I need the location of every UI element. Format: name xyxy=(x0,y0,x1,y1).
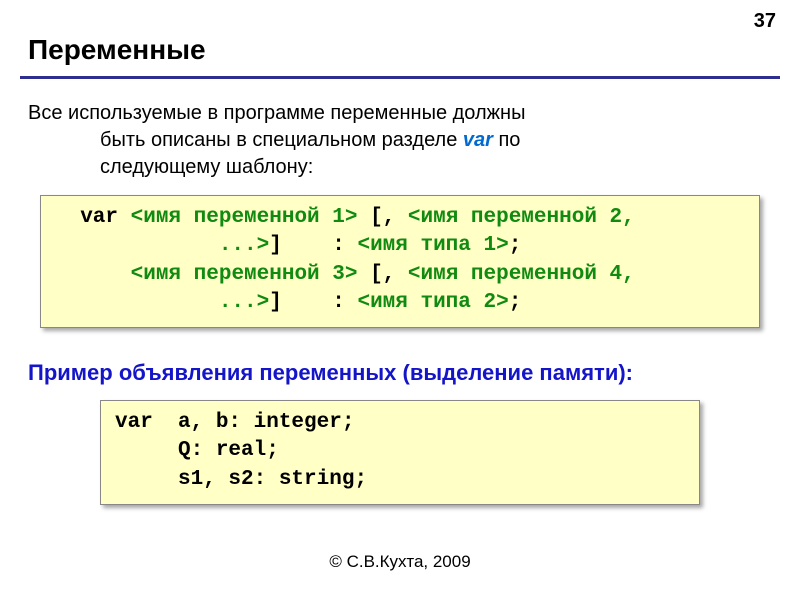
tpl-l1-a: var xyxy=(55,206,131,229)
intro-line2a: быть описаны в специальном разделе xyxy=(100,129,463,151)
example-section-label: Пример объявления переменных (выделение … xyxy=(28,360,772,386)
tpl-l2-b: ] : xyxy=(269,234,357,257)
tpl-l3-a xyxy=(55,263,131,286)
intro-text: Все используемые в программе переменные … xyxy=(28,100,772,181)
intro-line1: Все используемые в программе переменные … xyxy=(28,102,525,124)
intro-line3: следующему шаблону: xyxy=(100,154,772,181)
example-code-box: var a, b: integer; Q: real; s1, s2: stri… xyxy=(100,400,700,505)
tpl-l4-c: <имя типа 2> xyxy=(357,291,508,314)
tpl-l1-b: <имя переменной 1> xyxy=(131,206,358,229)
tpl-l1-d: <имя переменной 2, xyxy=(408,206,635,229)
tpl-l2-a: ...> xyxy=(55,234,269,257)
tpl-l4-b: ] : xyxy=(269,291,357,314)
tpl-l2-d: ; xyxy=(509,234,522,257)
tpl-l3-c: [, xyxy=(357,263,407,286)
ex-l2: Q: real; xyxy=(115,439,279,462)
tpl-l1-c: [, xyxy=(357,206,407,229)
tpl-l3-b: <имя переменной 3> xyxy=(131,263,358,286)
ex-l3: s1, s2: string; xyxy=(115,468,367,491)
template-code-box: var <имя переменной 1> [, <имя переменно… xyxy=(40,195,760,328)
ex-l1: var a, b: integer; xyxy=(115,411,354,434)
tpl-l3-d: <имя переменной 4, xyxy=(408,263,635,286)
title-underline xyxy=(20,76,780,79)
tpl-l4-a: ...> xyxy=(55,291,269,314)
slide-title: Переменные xyxy=(28,34,206,66)
footer-copyright: © С.В.Кухта, 2009 xyxy=(0,552,800,572)
tpl-l4-d: ; xyxy=(509,291,522,314)
var-keyword: var xyxy=(463,129,493,151)
intro-line2b: по xyxy=(493,129,521,151)
page-number: 37 xyxy=(754,10,776,33)
slide: 37 Переменные Все используемые в програм… xyxy=(0,0,800,600)
tpl-l2-c: <имя типа 1> xyxy=(357,234,508,257)
